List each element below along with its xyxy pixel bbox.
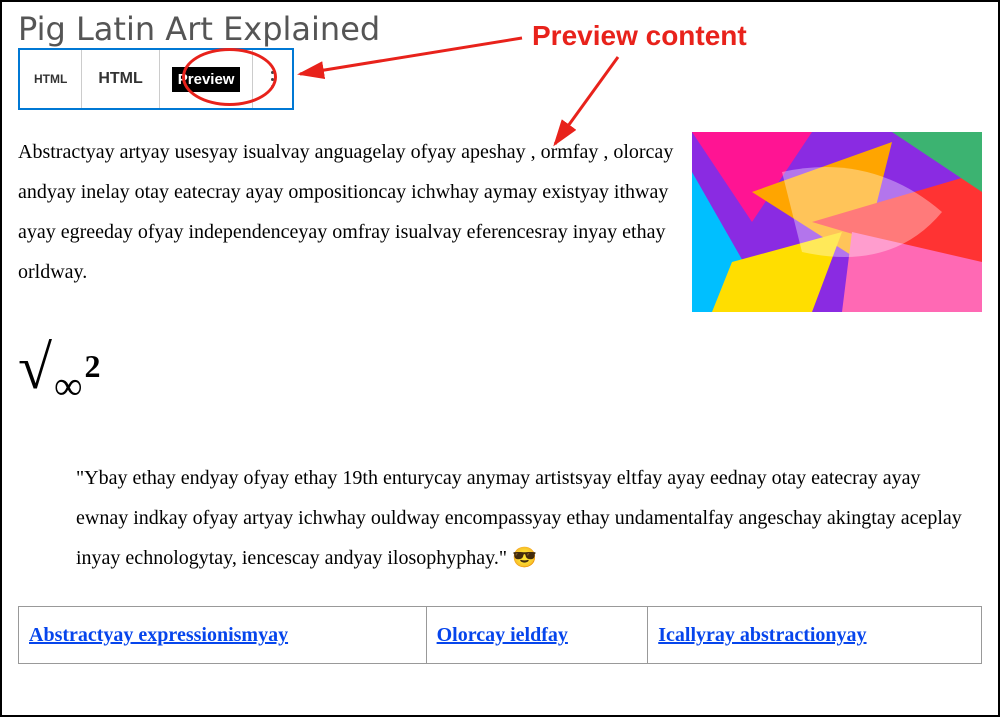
movements-table: Abstractyay expressionismyay Olorcay iel…	[18, 606, 982, 664]
infinity-symbol: ∞	[54, 346, 83, 426]
lead-paragraph: Abstractyay artyay usesyay isualvay angu…	[18, 132, 678, 292]
math-formula: √ ∞ 2	[18, 350, 982, 430]
block-toolbar: HTML HTML Preview	[18, 48, 294, 110]
blockquote: "Ybay ethay endyay ofyay ethay 19th entu…	[76, 458, 974, 578]
link-lyrical-abstraction[interactable]: Icallyray abstractionyay	[658, 624, 866, 646]
more-options-button[interactable]	[253, 50, 292, 108]
preview-tab[interactable]: Preview	[160, 50, 254, 108]
radical-symbol: √	[18, 350, 52, 387]
page-title: Pig Latin Art Explained	[18, 10, 998, 48]
html-block-icon-button[interactable]: HTML	[20, 50, 82, 108]
abstract-paint-thumbnail	[692, 132, 982, 312]
preview-tab-label: Preview	[172, 67, 241, 92]
link-abstract-expressionism[interactable]: Abstractyay expressionismyay	[29, 624, 288, 646]
exponent: 2	[85, 334, 101, 398]
table-row: Abstractyay expressionismyay Olorcay iel…	[19, 607, 982, 664]
annotation-label: Preview content	[532, 20, 747, 52]
content-area: Abstractyay artyay usesyay isualvay angu…	[18, 132, 982, 715]
more-vertical-icon	[271, 71, 274, 88]
link-color-field[interactable]: Olorcay ieldfay	[437, 624, 568, 646]
html-tab[interactable]: HTML	[82, 50, 159, 108]
